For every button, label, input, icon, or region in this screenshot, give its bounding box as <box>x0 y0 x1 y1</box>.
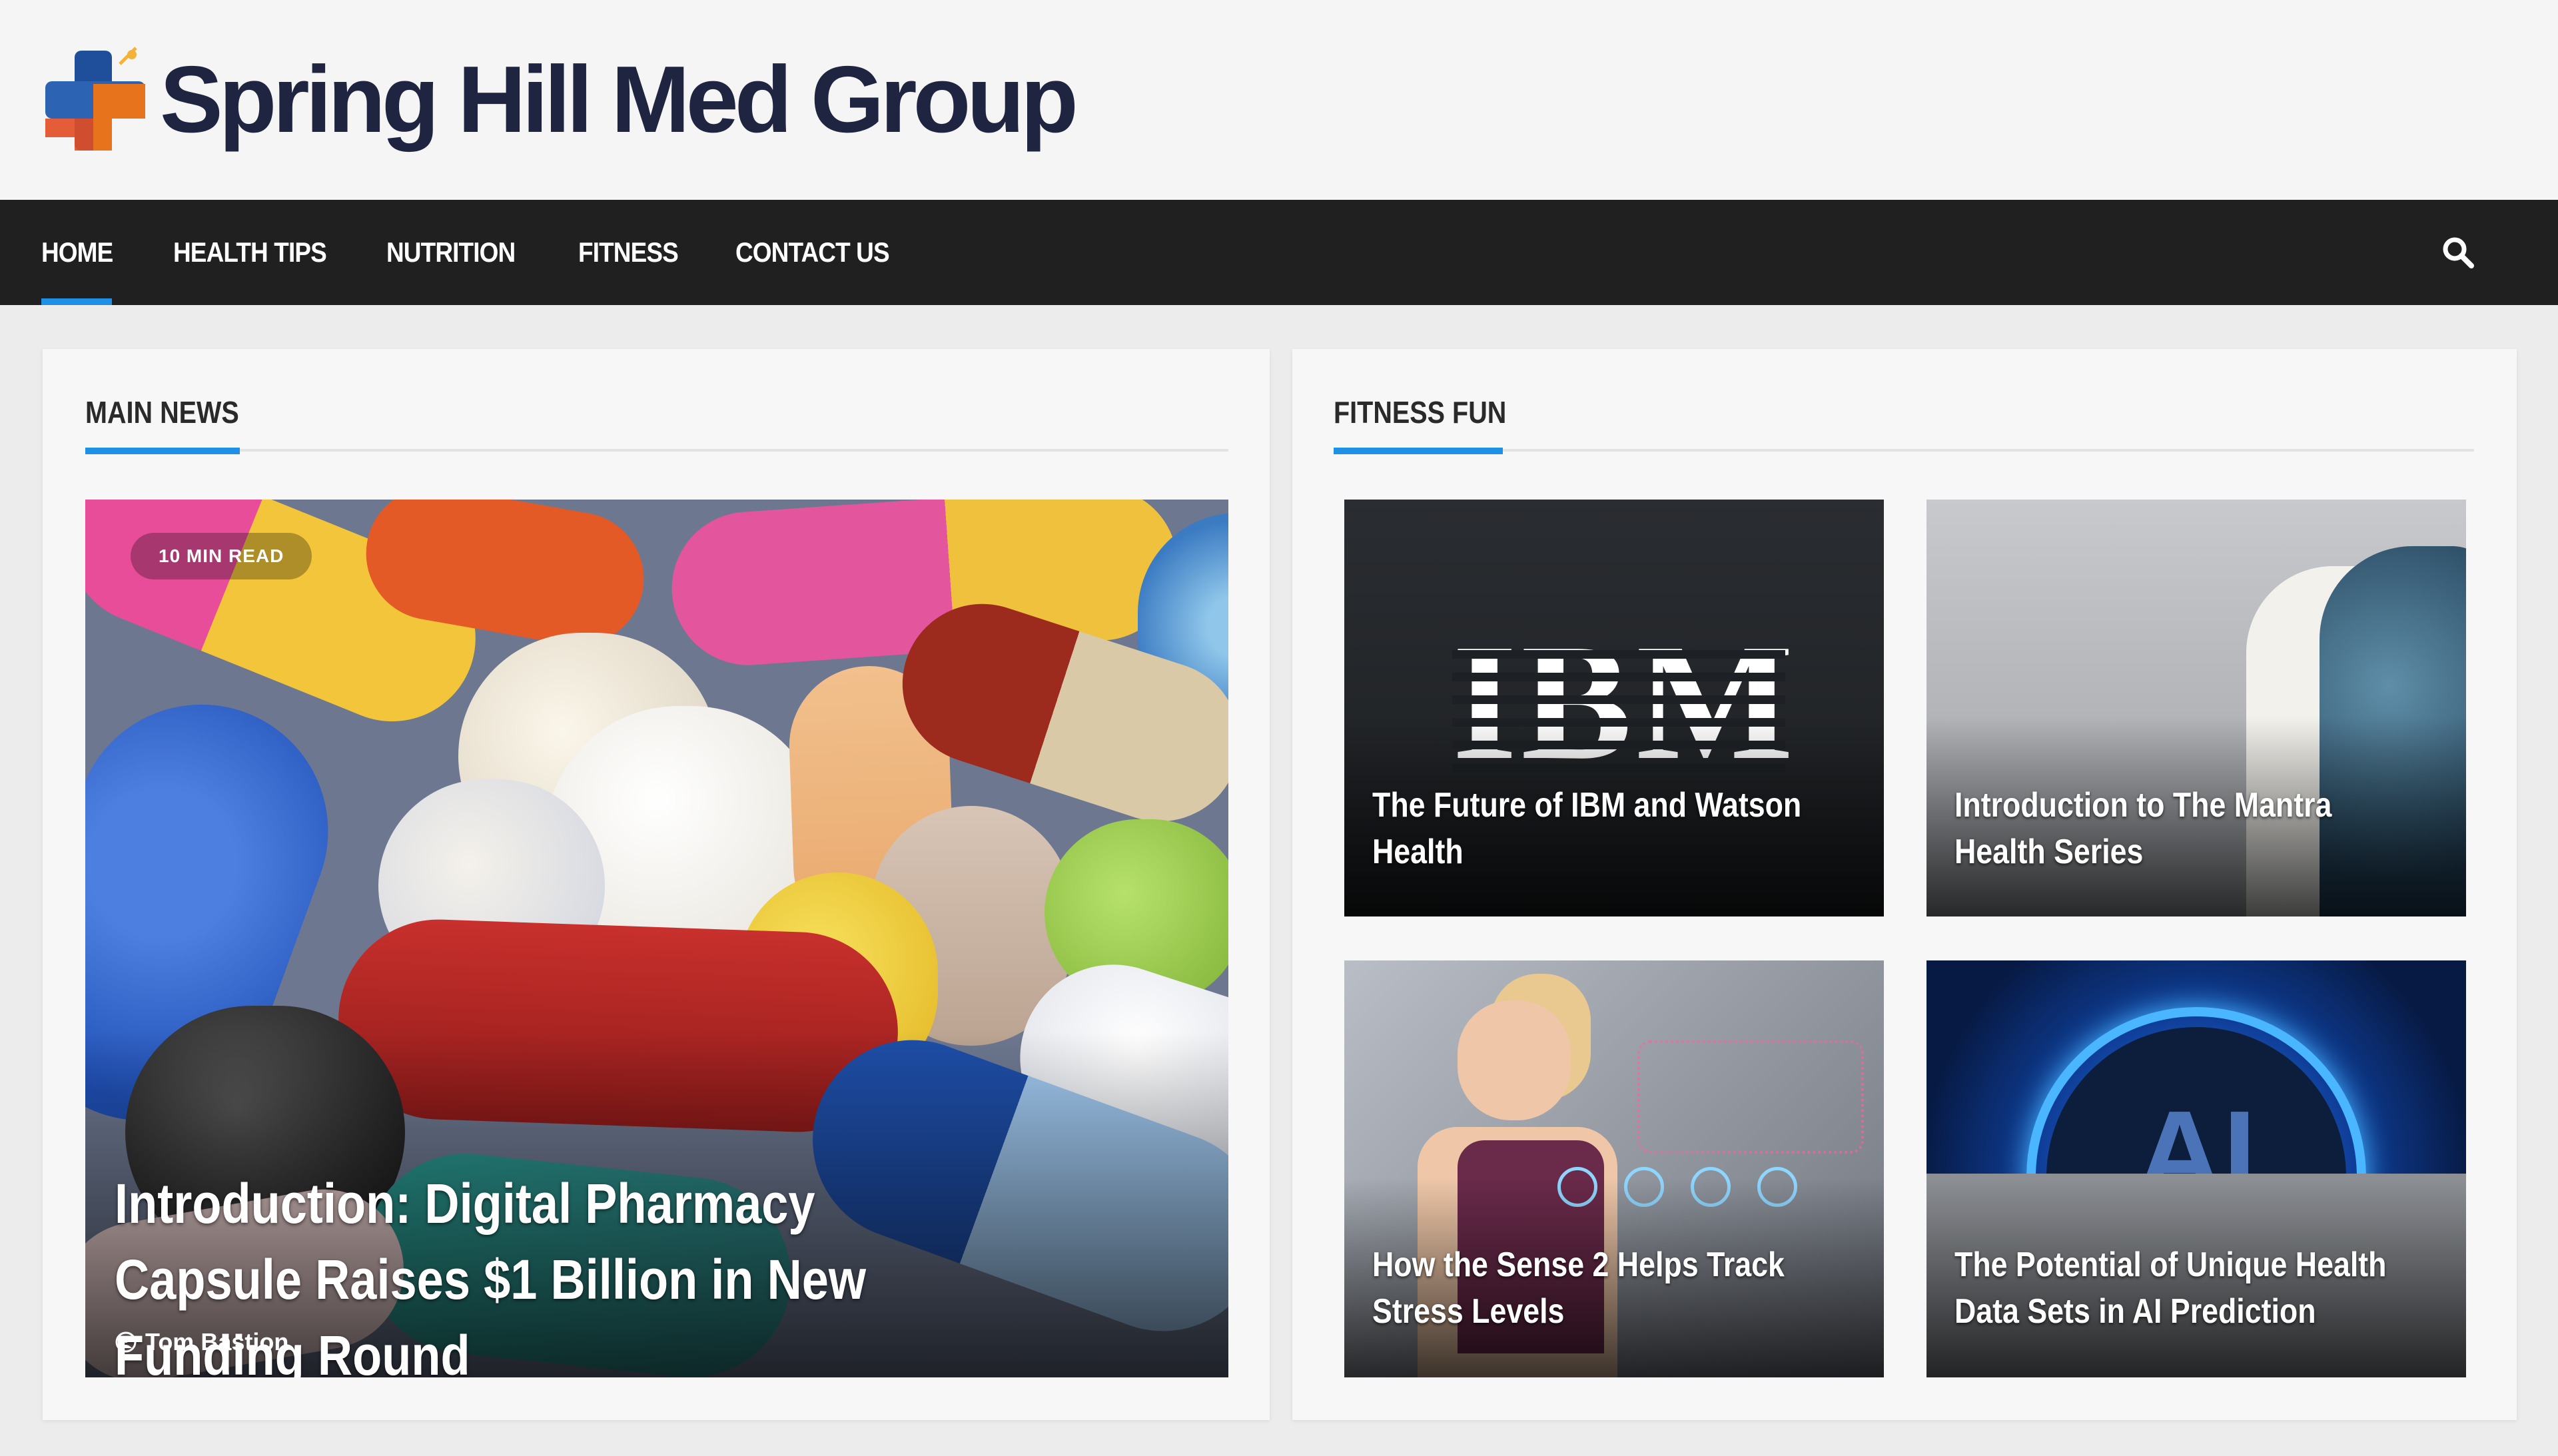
author-name: Tom Bastion <box>145 1328 289 1355</box>
user-icon <box>115 1331 137 1353</box>
article-card-ibm[interactable]: IBM The Future of IBM and Watson Health <box>1344 500 1884 916</box>
section-accent-bar <box>85 448 240 454</box>
main-news-panel: MAIN NEWS 10 MIN READ Introduction: Digi… <box>43 349 1270 1420</box>
site-title[interactable]: Spring Hill Med Group <box>160 40 1078 160</box>
featured-article-card[interactable]: 10 MIN READ Introduction: Digital Pharma… <box>85 500 1228 1377</box>
ai-brain-image: AI <box>1926 960 2466 1174</box>
section-divider <box>1334 449 2474 452</box>
nav-active-indicator <box>41 298 112 305</box>
main-news-heading: MAIN NEWS <box>85 395 239 430</box>
article-card-sense-2[interactable]: How the Sense 2 Helps Track Stress Level… <box>1344 960 1884 1377</box>
main-navigation: HOME HEALTH TIPS NUTRITION FITNESS CONTA… <box>0 200 2558 305</box>
read-time-badge: 10 MIN READ <box>131 533 312 579</box>
search-icon[interactable] <box>2441 235 2475 270</box>
section-accent-bar <box>1334 448 1503 454</box>
featured-article-author[interactable]: Tom Bastion <box>115 1328 288 1356</box>
article-card-mantra-health[interactable]: Introduction to The Mantra Health Series <box>1926 500 2466 916</box>
section-divider <box>85 449 1228 452</box>
nav-item-health-tips[interactable]: HEALTH TIPS <box>173 200 327 305</box>
card-title[interactable]: How the Sense 2 Helps Track Stress Level… <box>1372 1242 1808 1335</box>
card-title[interactable]: The Potential of Unique Health Data Sets… <box>1954 1242 2390 1335</box>
site-header: Spring Hill Med Group <box>0 0 2558 200</box>
card-title[interactable]: The Future of IBM and Watson Health <box>1372 782 1808 875</box>
nav-item-contact-us[interactable]: CONTACT US <box>735 200 890 305</box>
fitness-fun-panel: FITNESS FUN IBM The Future of IBM and Wa… <box>1292 349 2517 1420</box>
nav-item-fitness[interactable]: FITNESS <box>578 200 679 305</box>
ai-image-text: AI <box>2136 1086 2256 1174</box>
nav-item-nutrition[interactable]: NUTRITION <box>386 200 516 305</box>
fitness-fun-heading: FITNESS FUN <box>1334 395 1507 430</box>
article-card-ai-prediction[interactable]: AI The Potential of Unique Health Data S… <box>1926 960 2466 1377</box>
card-title[interactable]: Introduction to The Mantra Health Series <box>1954 782 2390 875</box>
medical-cross-logo-icon[interactable] <box>41 44 149 155</box>
nav-item-home[interactable]: HOME <box>41 200 113 305</box>
